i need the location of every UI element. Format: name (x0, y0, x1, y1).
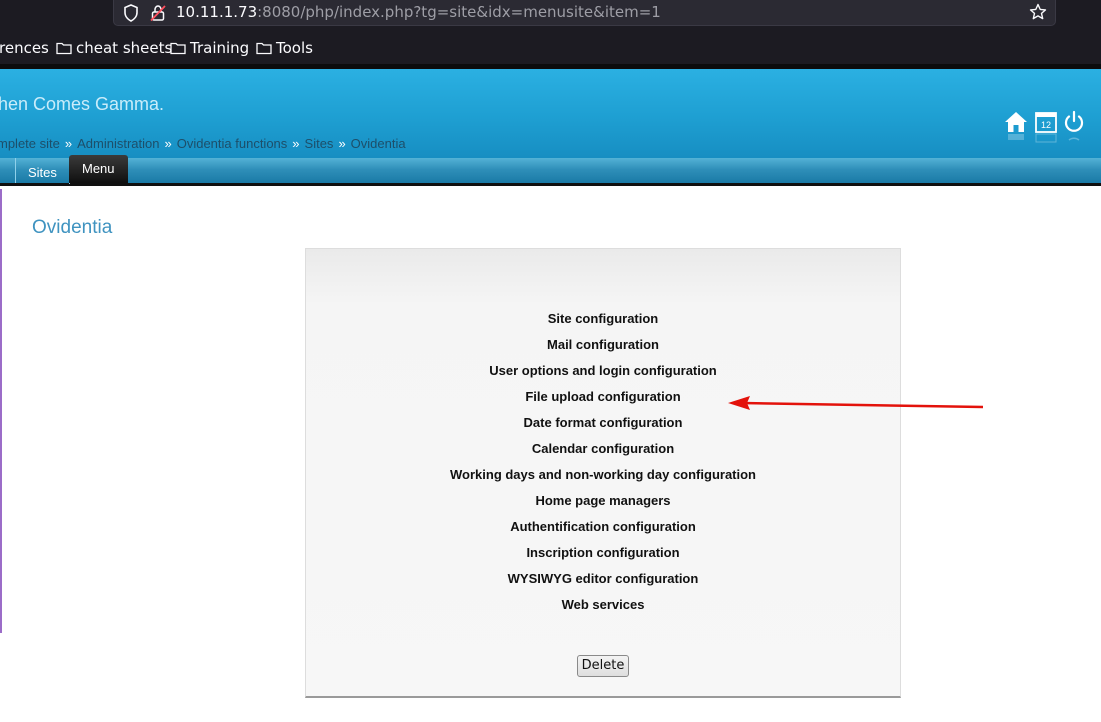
tab-sites[interactable]: Sites (16, 159, 70, 184)
delete-button[interactable]: Delete (577, 655, 629, 677)
breadcrumb-sites[interactable]: Sites (305, 136, 334, 151)
menu-list: Site configuration Mail configuration Us… (306, 310, 900, 622)
breadcrumb-separator: » (64, 136, 73, 151)
bookmark-label: cheat sheets (76, 39, 173, 57)
breadcrumb-separator: » (338, 136, 346, 151)
page-title: Ovidentia (32, 217, 113, 238)
calendar-icon[interactable]: 12 (1034, 110, 1058, 154)
left-border (0, 189, 2, 633)
main-nav: Sites Menu (0, 155, 1101, 186)
power-icon[interactable] (1062, 110, 1086, 154)
home-icon[interactable] (1004, 110, 1028, 154)
menu-item-home-page-managers[interactable]: Home page managers (306, 492, 900, 518)
bookmark-label: Training (190, 39, 250, 57)
folder-icon (170, 42, 186, 55)
folder-icon (56, 42, 72, 55)
site-menu-panel: Site configuration Mail configuration Us… (305, 248, 901, 698)
tab-menu[interactable]: Menu (69, 155, 128, 183)
bookmark-label: rences (0, 39, 49, 57)
annotation-arrow-icon (728, 396, 984, 410)
bookmarks-toolbar: rences cheat sheets Training Tools (0, 34, 1101, 62)
insecure-lock-icon[interactable] (150, 4, 166, 22)
address-bar[interactable]: 10.11.1.73:8080/php/index.php?tg=site&id… (113, 0, 1056, 26)
site-header: hen Comes Gamma. mplete site » Administr… (0, 69, 1101, 158)
bookmark-label: Tools (276, 39, 313, 57)
bookmark-tools[interactable]: Tools (256, 39, 313, 57)
menu-item-web-services[interactable]: Web services (306, 596, 900, 622)
bookmark-star-icon[interactable] (1029, 3, 1047, 21)
nav-tab-spacer (0, 158, 16, 183)
breadcrumb-ovidentia[interactable]: Ovidentia (351, 136, 406, 151)
url-path: :8080/php/index.php?tg=site&idx=menusite… (257, 3, 661, 21)
menu-item-user-options-login[interactable]: User options and login configuration (306, 362, 900, 388)
menu-item-site-configuration[interactable]: Site configuration (306, 310, 900, 336)
site-title: hen Comes Gamma. (0, 94, 165, 114)
folder-icon (256, 42, 272, 55)
bookmark-references[interactable]: rences (0, 39, 49, 57)
breadcrumb-ovidentia-functions[interactable]: Ovidentia functions (177, 136, 288, 151)
menu-item-calendar-configuration[interactable]: Calendar configuration (306, 440, 900, 466)
breadcrumb-separator: » (164, 136, 172, 151)
menu-item-inscription-configuration[interactable]: Inscription configuration (306, 544, 900, 570)
breadcrumb-administration[interactable]: Administration (77, 136, 159, 151)
menu-item-authentification-configuration[interactable]: Authentification configuration (306, 518, 900, 544)
bookmark-training[interactable]: Training (170, 39, 249, 57)
menu-item-working-days-configuration[interactable]: Working days and non-working day configu… (306, 466, 900, 492)
breadcrumb-separator: » (292, 136, 300, 151)
browser-chrome: 10.11.1.73:8080/php/index.php?tg=site&id… (0, 0, 1101, 69)
shield-icon[interactable] (123, 4, 139, 22)
bookmark-cheat-sheets[interactable]: cheat sheets (56, 39, 172, 57)
menu-item-mail-configuration[interactable]: Mail configuration (306, 336, 900, 362)
breadcrumb-complete-site[interactable]: mplete site (0, 136, 60, 151)
calendar-number: 12 (1041, 120, 1051, 130)
url-host: 10.11.1.73 (176, 3, 258, 21)
url-text[interactable]: 10.11.1.73:8080/php/index.php?tg=site&id… (176, 3, 661, 21)
breadcrumb: mplete site » Administration » Ovidentia… (0, 136, 406, 151)
menu-item-wysiwyg-editor-configuration[interactable]: WYSIWYG editor configuration (306, 570, 900, 596)
